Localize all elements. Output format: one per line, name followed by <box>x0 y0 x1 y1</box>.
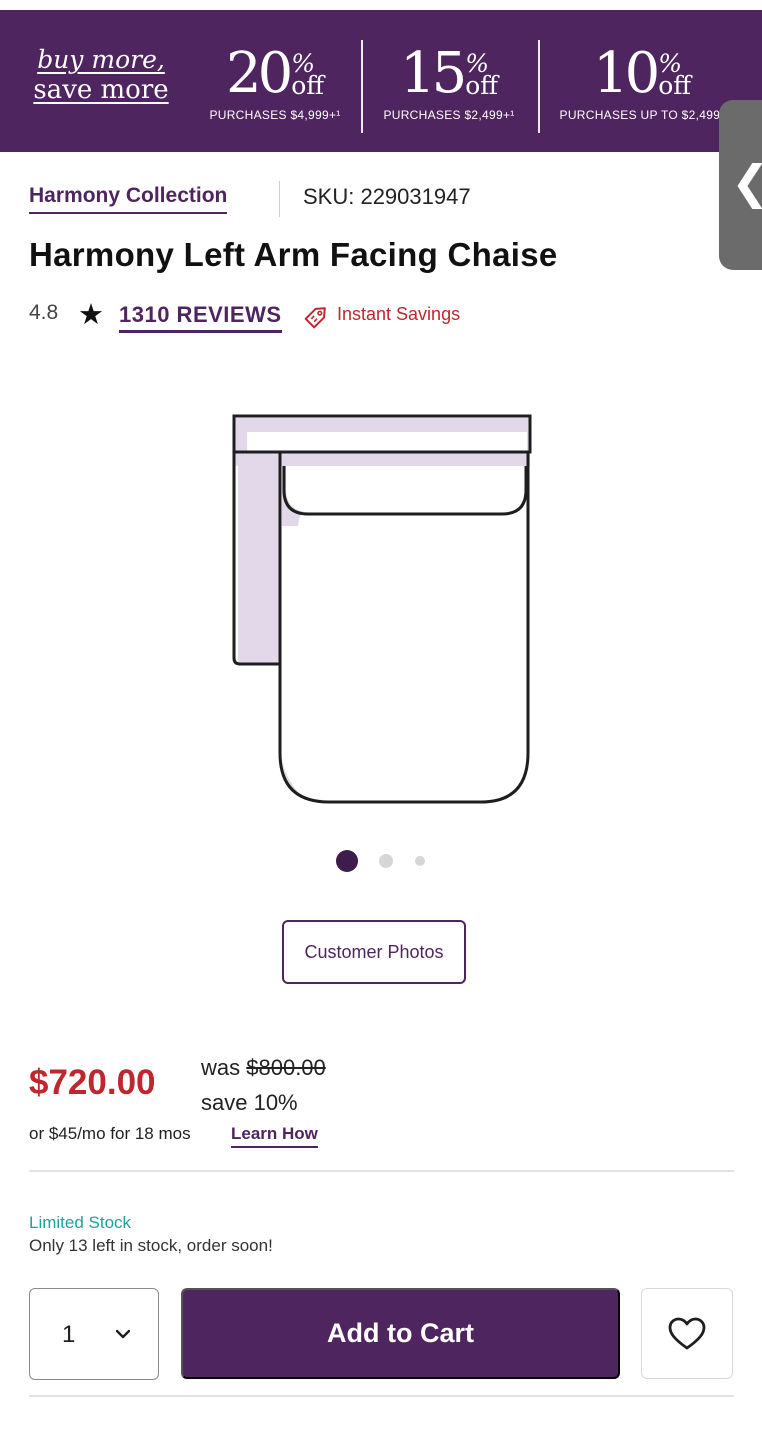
banner-divider <box>538 40 540 133</box>
carousel-dot[interactable] <box>379 854 393 868</box>
star-icon: ★ <box>78 297 104 331</box>
offer-tier-3: 10 % off PURCHASES UP TO $2,499¹ <box>553 40 731 136</box>
carousel-dot[interactable] <box>415 856 425 866</box>
wishlist-button[interactable] <box>641 1288 733 1379</box>
offer-percent: 15 <box>399 41 467 106</box>
offer-caption: PURCHASES UP TO $2,499¹ <box>559 108 725 122</box>
chevron-left-icon: ❮ <box>731 152 762 212</box>
offer-off-label: off <box>291 71 325 100</box>
save-percent: save 10% <box>201 1090 298 1115</box>
stock-note: Only 13 left in stock, order soon! <box>29 1236 273 1255</box>
offer-tier-1: 20 % off PURCHASES $4,999+¹ <box>186 40 364 136</box>
promo-banner[interactable]: buy more, save more 20 % off PURCHASES $… <box>0 10 762 152</box>
was-price: was $800.00 <box>201 1055 326 1081</box>
original-price: $800.00 <box>246 1055 326 1080</box>
offer-percent: 10 <box>592 41 660 106</box>
sku-text: SKU: 229031947 <box>303 184 471 209</box>
offer-off-label: off <box>658 71 692 100</box>
offer-percent: 20 <box>225 41 293 106</box>
sale-price: $720.00 <box>29 1063 156 1102</box>
financing-text: or $45/mo for 18 mos <box>29 1124 191 1143</box>
product-image[interactable] <box>226 408 536 808</box>
carousel-dot-active[interactable] <box>336 850 358 872</box>
quantity-value: 1 <box>62 1321 76 1348</box>
instant-savings-label[interactable]: Instant Savings <box>337 304 460 325</box>
section-divider <box>29 1170 734 1172</box>
learn-how-link[interactable]: Learn How <box>231 1124 318 1148</box>
offer-caption: PURCHASES $4,999+¹ <box>209 108 341 122</box>
slogan-line1: buy more, <box>37 45 165 74</box>
offer-caption: PURCHASES $2,499+¹ <box>383 108 515 122</box>
promo-slogan: buy more, save more <box>30 44 172 106</box>
heart-icon <box>668 1317 706 1349</box>
was-label: was <box>201 1055 241 1080</box>
price-tag-icon <box>304 307 326 329</box>
collection-link[interactable]: Harmony Collection <box>29 184 228 214</box>
rating-value: 4.8 <box>29 301 59 324</box>
product-title: Harmony Left Arm Facing Chaise <box>29 236 558 273</box>
chevron-down-icon <box>116 1329 130 1339</box>
slogan-line2: save more <box>33 75 169 105</box>
reviews-link[interactable]: 1310 REVIEWS <box>119 302 282 333</box>
carousel-indicator[interactable] <box>336 849 436 873</box>
header-divider <box>279 181 280 217</box>
add-to-cart-button[interactable]: Add to Cart <box>181 1288 620 1379</box>
offer-tier-2: 15 % off PURCHASES $2,499+¹ <box>360 40 538 136</box>
offer-off-label: off <box>465 71 499 100</box>
section-divider <box>29 1395 734 1397</box>
stock-status: Limited Stock <box>29 1213 132 1232</box>
quantity-select[interactable]: 1 <box>29 1288 159 1380</box>
side-panel-toggle[interactable]: ❮ <box>719 100 762 270</box>
customer-photos-button[interactable]: Customer Photos <box>282 920 466 984</box>
